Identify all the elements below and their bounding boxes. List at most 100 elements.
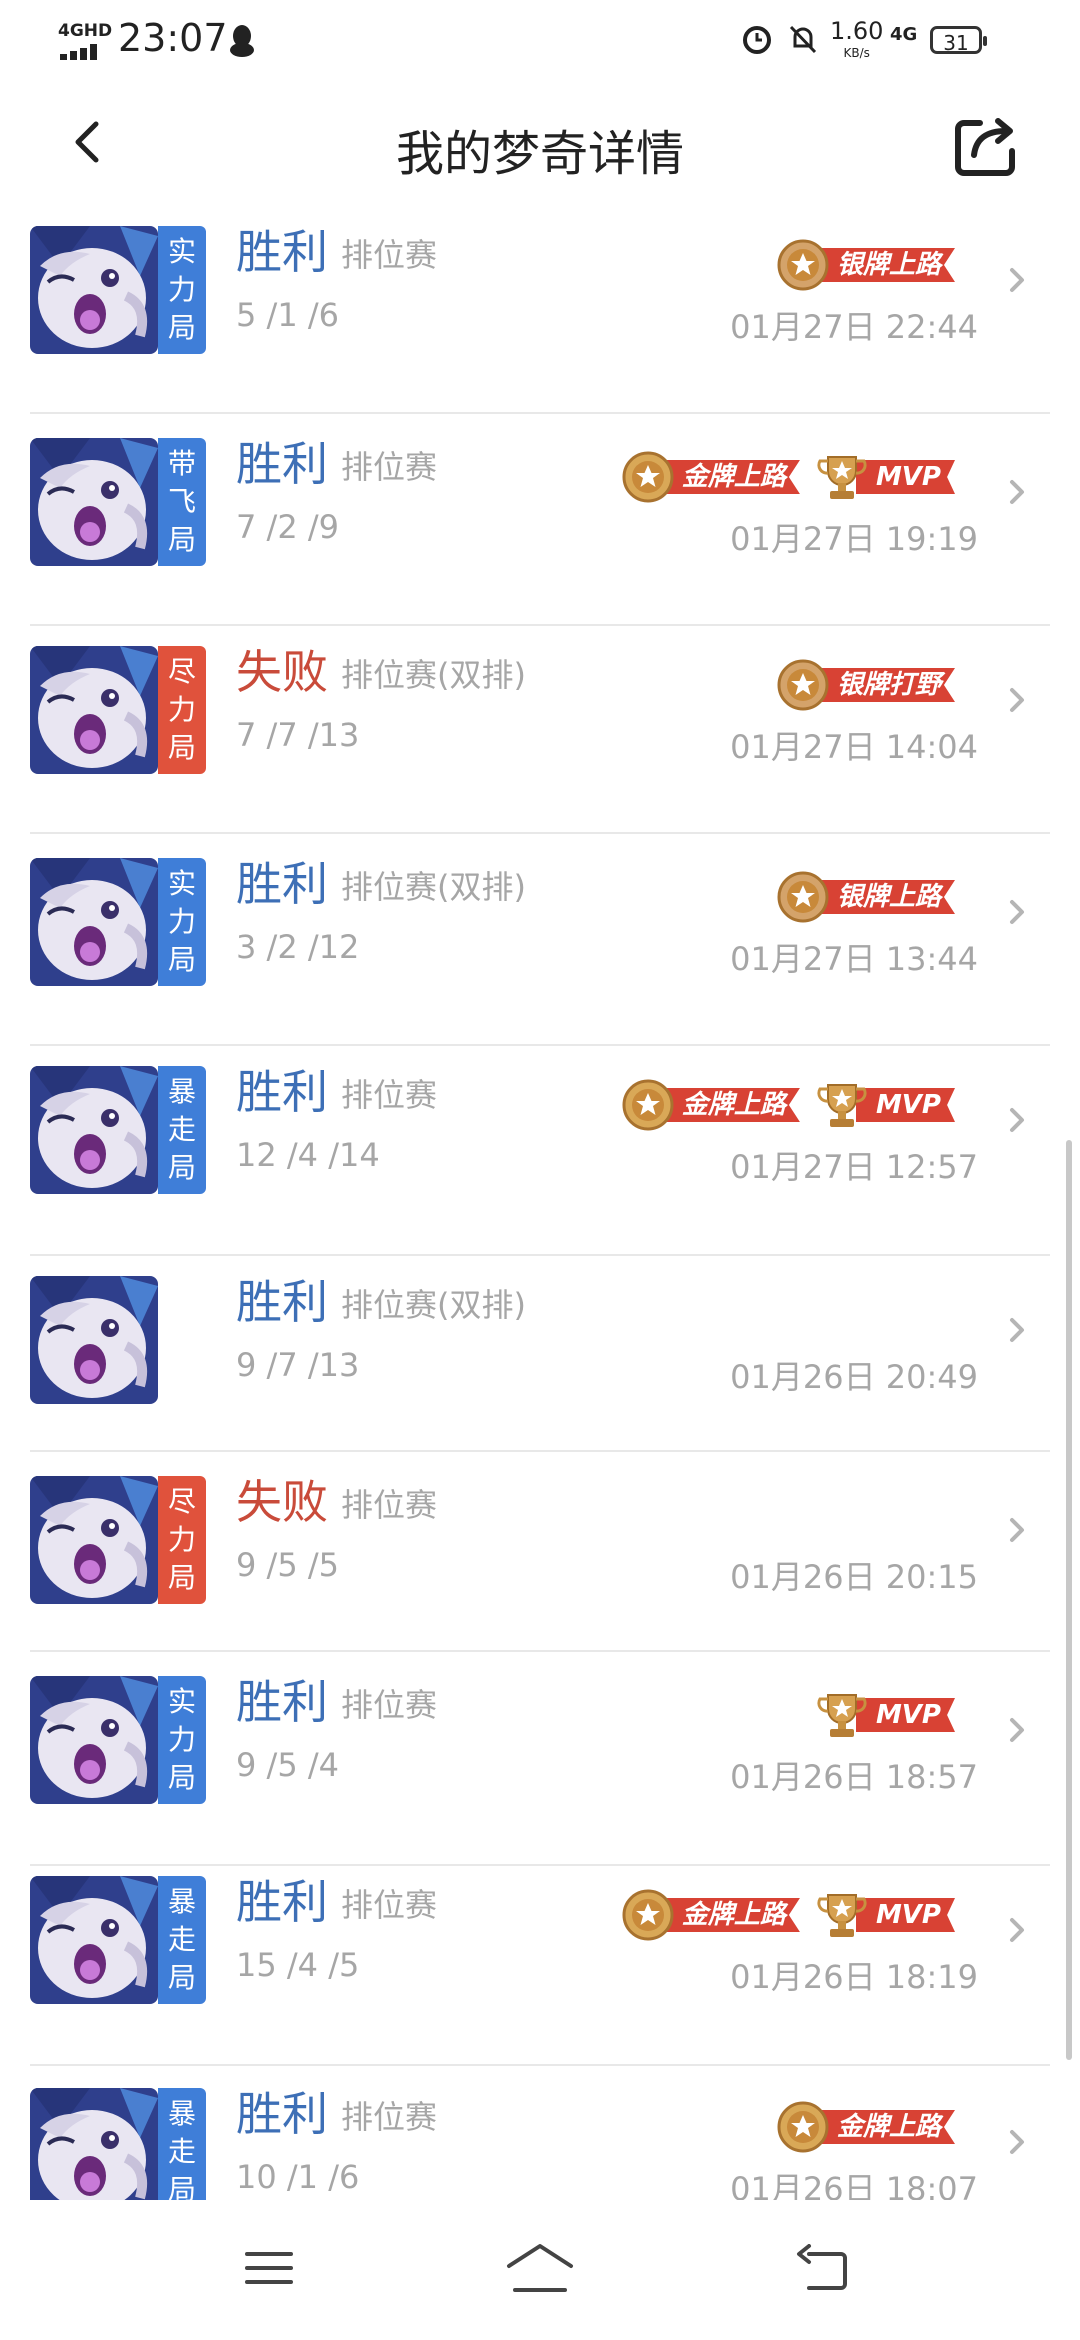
match-tag-char: 尽 <box>167 1485 196 1518</box>
match-tag-char: 力 <box>167 1523 196 1556</box>
share-icon[interactable] <box>950 109 1022 181</box>
match-list[interactable]: 实力局胜利 排位赛 5 /1 /6 银牌上路 01月27日 22:44 带飞局胜利 排位赛 7… <box>0 204 1080 2200</box>
hero-avatar <box>30 226 158 354</box>
match-tag-char: 暴 <box>167 1885 196 1918</box>
speed-unit: KB/s <box>843 46 870 60</box>
network-4g: 4G <box>890 24 918 45</box>
match-tag: 实力局 <box>158 1676 206 1804</box>
match-tag-char: 走 <box>167 1923 196 1956</box>
network-speed: 1.60 KB/s <box>830 19 883 64</box>
badge-label: MVP <box>855 1698 955 1732</box>
match-tag-char: 飞 <box>167 485 196 518</box>
gold-medal-badge: 金牌上路 <box>620 1889 800 1941</box>
status-right: 1.60 KB/s 4G 31 <box>740 18 1040 68</box>
badge-label: 银牌上路 <box>816 248 955 282</box>
chevron-right-icon[interactable] <box>1006 2122 1030 2162</box>
match-row[interactable]: 暴走局胜利 排位赛 10 /1 /6 金牌上路 01月26日 18:07 <box>0 2066 1080 2200</box>
back-icon[interactable] <box>795 2244 849 2292</box>
match-tag-char: 实 <box>167 235 196 268</box>
hero-avatar <box>30 438 158 566</box>
medal-icon <box>622 451 674 503</box>
match-mode: 排位赛 <box>341 1686 438 1724</box>
match-tag-char: 力 <box>167 693 196 726</box>
hero-avatar <box>30 1476 158 1604</box>
medal-icon <box>777 659 829 711</box>
match-row[interactable]: 实力局胜利 排位赛(双排) 3 /2 /12 银牌上路 01月27日 13:44 <box>0 836 1080 1046</box>
mvp-badge: MVP <box>814 1890 955 1940</box>
match-row[interactable]: 尽力局失败 排位赛(双排) 7 /7 /13 银牌打野 01月27日 14:04 <box>0 624 1080 834</box>
hero-avatar <box>30 1066 158 1194</box>
match-tag-char: 局 <box>167 1151 196 1184</box>
match-row[interactable]: 实力局胜利 排位赛 5 /1 /6 银牌上路 01月27日 22:44 <box>0 204 1080 414</box>
match-mode: 排位赛(双排) <box>341 1286 526 1324</box>
match-tag: 尽力局 <box>158 646 206 774</box>
page-title: 我的梦奇详情 <box>395 126 684 182</box>
match-kda: 5 /1 /6 <box>236 296 339 334</box>
row-divider <box>30 832 1050 834</box>
match-time: 01月26日 20:15 <box>730 1558 978 1596</box>
match-row[interactable]: 胜利 排位赛(双排) 9 /7 /13 01月26日 20:49 <box>0 1254 1080 1452</box>
match-tag-char: 局 <box>167 1761 196 1794</box>
menu-icon[interactable] <box>244 2248 294 2288</box>
match-result: 胜利 <box>236 857 328 911</box>
hero-avatar <box>30 858 158 986</box>
scrollbar[interactable] <box>1066 1140 1072 2060</box>
match-time: 01月26日 18:07 <box>730 2170 978 2200</box>
chevron-right-icon[interactable] <box>1006 680 1030 720</box>
match-result: 胜利 <box>236 1275 328 1329</box>
medal-icon <box>622 1889 674 1941</box>
match-result: 胜利 <box>236 1675 328 1729</box>
match-result: 胜利 <box>236 437 328 491</box>
alarm-icon <box>740 22 774 64</box>
match-kda: 9 /5 /4 <box>236 1746 339 1784</box>
chevron-right-icon[interactable] <box>1006 1310 1030 1350</box>
match-result: 胜利 <box>236 2087 328 2141</box>
match-tag-char: 力 <box>167 273 196 306</box>
match-kda: 3 /2 /12 <box>236 928 360 966</box>
match-tag-char: 带 <box>167 447 196 480</box>
mvp-badge: MVP <box>814 1690 955 1740</box>
match-result: 胜利 <box>236 1875 328 1929</box>
hero-avatar <box>30 1676 158 1804</box>
match-tag-char: 局 <box>167 2173 196 2200</box>
match-tag-char: 局 <box>167 1561 196 1594</box>
match-row[interactable]: 实力局胜利 排位赛 9 /5 /4 MVP 01月26日 18:57 <box>0 1654 1080 1866</box>
match-time: 01月27日 14:04 <box>730 728 978 766</box>
match-time: 01月27日 19:19 <box>730 520 978 558</box>
hero-avatar <box>30 2088 158 2200</box>
chevron-right-icon[interactable] <box>1006 1710 1030 1750</box>
badge-label: MVP <box>855 460 955 494</box>
trophy-icon <box>817 1694 867 1737</box>
battery-level: 31 <box>943 31 969 55</box>
match-row[interactable]: 带飞局胜利 排位赛 7 /2 /9 金牌上路 MVP 01月27日 19:19 <box>0 416 1080 626</box>
match-tag-char: 力 <box>167 905 196 938</box>
signal-icon <box>60 44 102 60</box>
chevron-right-icon[interactable] <box>1006 1100 1030 1140</box>
match-tag: 带飞局 <box>158 438 206 566</box>
badge-label: 金牌上路 <box>661 1898 800 1932</box>
match-result: 失败 <box>236 1475 328 1529</box>
chevron-right-icon[interactable] <box>1006 472 1030 512</box>
match-kda: 7 /2 /9 <box>236 508 339 546</box>
chevron-right-icon[interactable] <box>1006 892 1030 932</box>
match-tag-char: 暴 <box>167 2097 196 2130</box>
match-result: 胜利 <box>236 225 328 279</box>
gold-medal-badge: 金牌上路 <box>620 451 800 503</box>
medal-icon <box>777 239 829 291</box>
chevron-right-icon[interactable] <box>1006 260 1030 300</box>
trophy-icon <box>817 1084 867 1127</box>
badge-label: 银牌上路 <box>816 880 955 914</box>
match-badges: 银牌上路 <box>775 230 955 300</box>
match-tag-char: 走 <box>167 1113 196 1146</box>
match-row[interactable]: 尽力局失败 排位赛 9 /5 /5 01月26日 20:15 <box>0 1454 1080 1652</box>
chevron-right-icon[interactable] <box>1006 1510 1030 1550</box>
qq-notification-icon <box>228 24 256 66</box>
home-icon[interactable] <box>505 2242 575 2294</box>
match-row[interactable]: 暴走局胜利 排位赛 12 /4 /14 金牌上路 MVP 01月27日 12:57 <box>0 1044 1080 1256</box>
chevron-right-icon[interactable] <box>1006 1910 1030 1950</box>
match-tag-char: 尽 <box>167 655 196 688</box>
gold-medal-badge: 金牌上路 <box>620 1079 800 1131</box>
match-mode: 排位赛 <box>341 1486 438 1524</box>
match-row[interactable]: 暴走局胜利 排位赛 15 /4 /5 金牌上路 MVP 01月26日 18:19 <box>0 1854 1080 2066</box>
match-mode: 排位赛 <box>341 1886 438 1924</box>
